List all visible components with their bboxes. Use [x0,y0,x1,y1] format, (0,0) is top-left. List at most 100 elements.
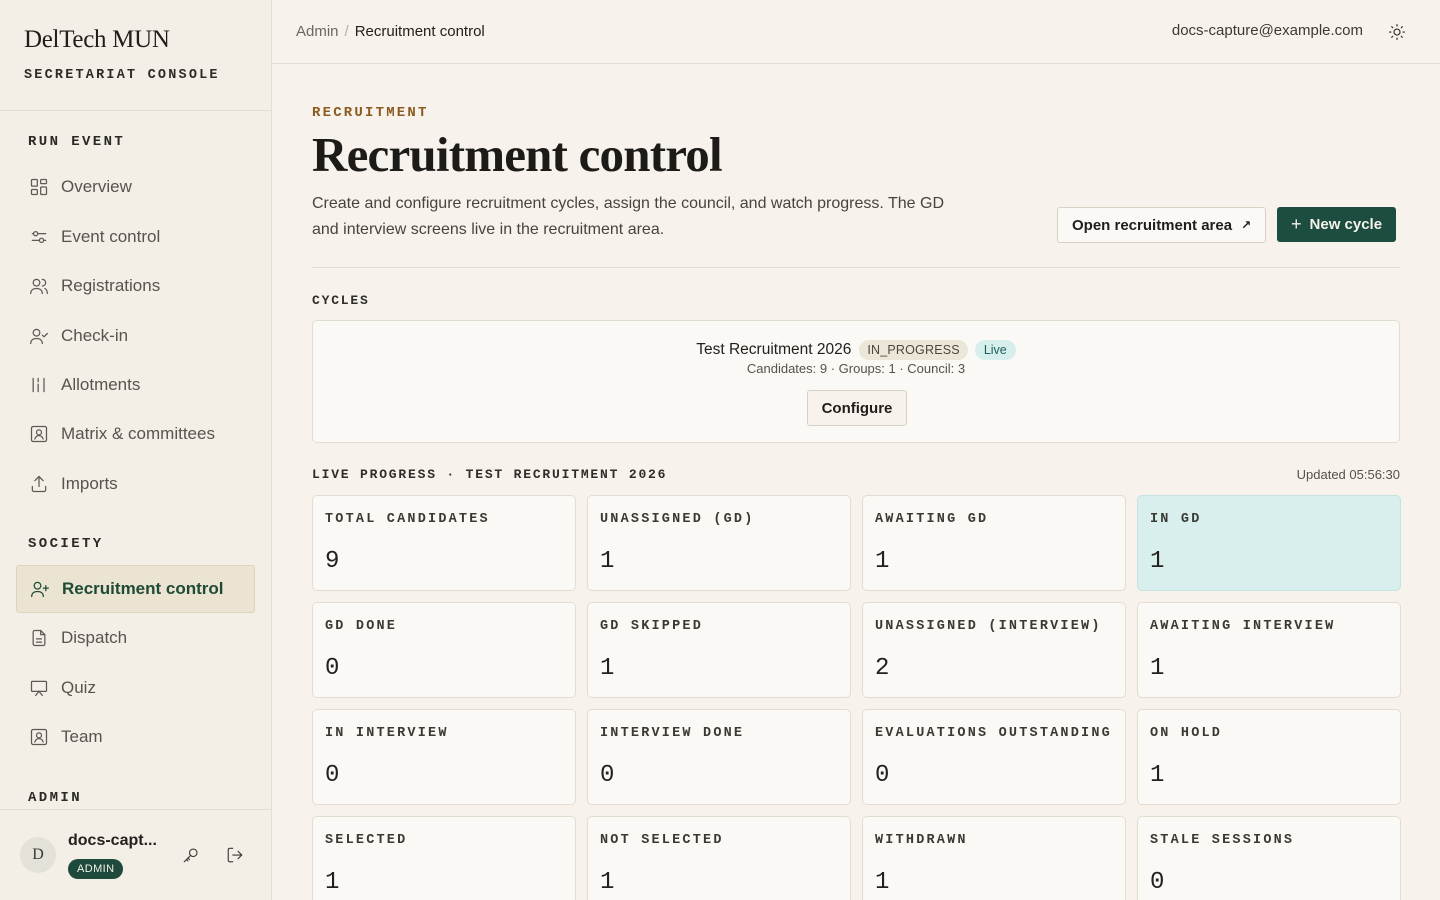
live-progress-heading: LIVE PROGRESS · TEST RECRUITMENT 2026 [312,467,668,482]
live-badge: Live [974,340,1016,360]
role-badge: ADMIN [68,859,124,879]
id-card-icon [29,727,49,747]
sidebar-item-label: Imports [61,474,118,493]
users-icon [29,276,49,296]
stat-card: IN GD 1 [1137,495,1401,591]
stat-label: GD DONE [325,619,398,634]
stat-card: EVALUATIONS OUTSTANDING 0 [862,709,1126,805]
avatar[interactable]: D [20,837,56,873]
stat-label: NOT SELECTED [600,833,724,848]
breadcrumb-current: Recruitment control [354,23,485,40]
stat-value: 1 [325,869,340,896]
document-icon [29,628,49,648]
breadcrumb-admin[interactable]: Admin [296,23,339,40]
upload-icon [29,474,49,494]
grid-icon [29,177,49,197]
stat-card: AWAITING INTERVIEW 1 [1137,602,1401,698]
stat-card: INTERVIEW DONE 0 [587,709,851,805]
stat-value: 0 [1150,869,1165,896]
stat-label: AWAITING INTERVIEW [1150,619,1336,634]
stat-value: 1 [1150,548,1165,575]
button-label: New cycle [1309,216,1383,233]
sidebar-item-label: Matrix & committees [61,424,215,443]
sidebar-item-check-in[interactable]: Check-in [16,312,255,360]
cycles-heading: CYCLES [312,293,370,308]
stat-value: 1 [1150,655,1165,682]
stat-card: AWAITING GD 1 [862,495,1126,591]
stat-card: UNASSIGNED (GD) 1 [587,495,851,591]
updated-timestamp: Updated 05:56:30 [1296,467,1400,482]
stat-label: STALE SESSIONS [1150,833,1295,848]
stat-card: STALE SESSIONS 0 [1137,816,1401,900]
stat-value: 1 [875,548,890,575]
sidebar-item-recruitment-control[interactable]: Recruitment control [16,565,255,613]
sidebar-item-label: Dispatch [61,628,128,647]
breadcrumb: Admin / Recruitment control [296,23,485,40]
sidebar-item-event-control[interactable]: Event control [16,213,255,261]
stat-value: 1 [875,869,890,896]
divider [0,809,271,810]
sidebar: DelTech MUN SECRETARIAT CONSOLE RUN EVEN… [0,0,272,900]
user-email: docs-capture@example.com [1171,22,1363,39]
stat-card: NOT SELECTED 1 [587,816,851,900]
section-label-admin: ADMIN [28,790,83,806]
id-card-icon [29,424,49,444]
stat-value: 2 [875,655,890,682]
user-plus-icon [30,579,50,599]
external-arrow-icon: ↗ [1241,218,1252,232]
brand-name: DelTech MUN [24,26,170,53]
sidebar-item-label: Team [61,727,103,746]
stat-label: WITHDRAWN [875,833,968,848]
stat-card: ON HOLD 1 [1137,709,1401,805]
button-label: Open recruitment area [1072,216,1233,234]
sidebar-item-imports[interactable]: Imports [16,460,255,508]
divider [312,267,1400,268]
sidebar-item-label: Registrations [61,276,161,295]
stat-card: GD SKIPPED 1 [587,602,851,698]
stat-label: UNASSIGNED (GD) [600,512,755,527]
cycle-card: Test Recruitment 2026 IN_PROGRESS Live C… [312,320,1400,443]
section-label-society: SOCIETY [28,536,104,552]
page-description: Create and configure recruitment cycles,… [312,195,945,238]
plus-icon: + [1291,214,1302,234]
sidebar-item-overview[interactable]: Overview [16,163,255,211]
logout-icon[interactable] [226,846,244,864]
sidebar-item-label: Quiz [61,678,96,697]
section-label-run-event: RUN EVENT [28,134,126,150]
new-cycle-button[interactable]: + New cycle [1277,207,1397,242]
status-badge: IN_PROGRESS [859,340,968,360]
stat-card: UNASSIGNED (INTERVIEW) 2 [862,602,1126,698]
sidebar-item-allotments[interactable]: Allotments [16,361,255,409]
stat-value: 0 [875,762,890,789]
sun-icon[interactable] [1388,23,1406,41]
sliders-icon [29,227,49,247]
stat-card: GD DONE 0 [312,602,576,698]
cycle-header: Test Recruitment 2026 IN_PROGRESS Live [313,340,1399,360]
sidebar-item-registrations[interactable]: Registrations [16,262,255,310]
open-recruitment-area-button[interactable]: Open recruitment area ↗ [1057,207,1267,243]
sidebar-item-label: Allotments [61,375,141,394]
presentation-icon [29,678,49,698]
stat-label: AWAITING GD [875,512,989,527]
stat-value: 1 [600,548,615,575]
key-icon[interactable] [182,846,200,864]
sidebar-item-label: Event control [61,227,161,246]
stat-card: WITHDRAWN 1 [862,816,1126,900]
brand-subtitle: SECRETARIAT CONSOLE [24,68,220,83]
stat-value: 1 [1150,762,1165,789]
user-check-icon [29,326,49,346]
stat-value: 9 [325,548,340,575]
divider [0,110,271,111]
sidebar-item-dispatch[interactable]: Dispatch [16,614,255,662]
sidebar-item-quiz[interactable]: Quiz [16,664,255,712]
stat-label: INTERVIEW DONE [600,726,745,741]
stat-card: SELECTED 1 [312,816,576,900]
sidebar-item-team[interactable]: Team [16,713,255,761]
stat-label: IN INTERVIEW [325,726,449,741]
stat-value: 0 [600,762,615,789]
stat-value: 0 [325,655,340,682]
sidebar-item-label: Overview [61,177,132,196]
stat-card: IN INTERVIEW 0 [312,709,576,805]
configure-button[interactable]: Configure [807,390,907,426]
sidebar-item-matrix-committees[interactable]: Matrix & committees [16,410,255,458]
